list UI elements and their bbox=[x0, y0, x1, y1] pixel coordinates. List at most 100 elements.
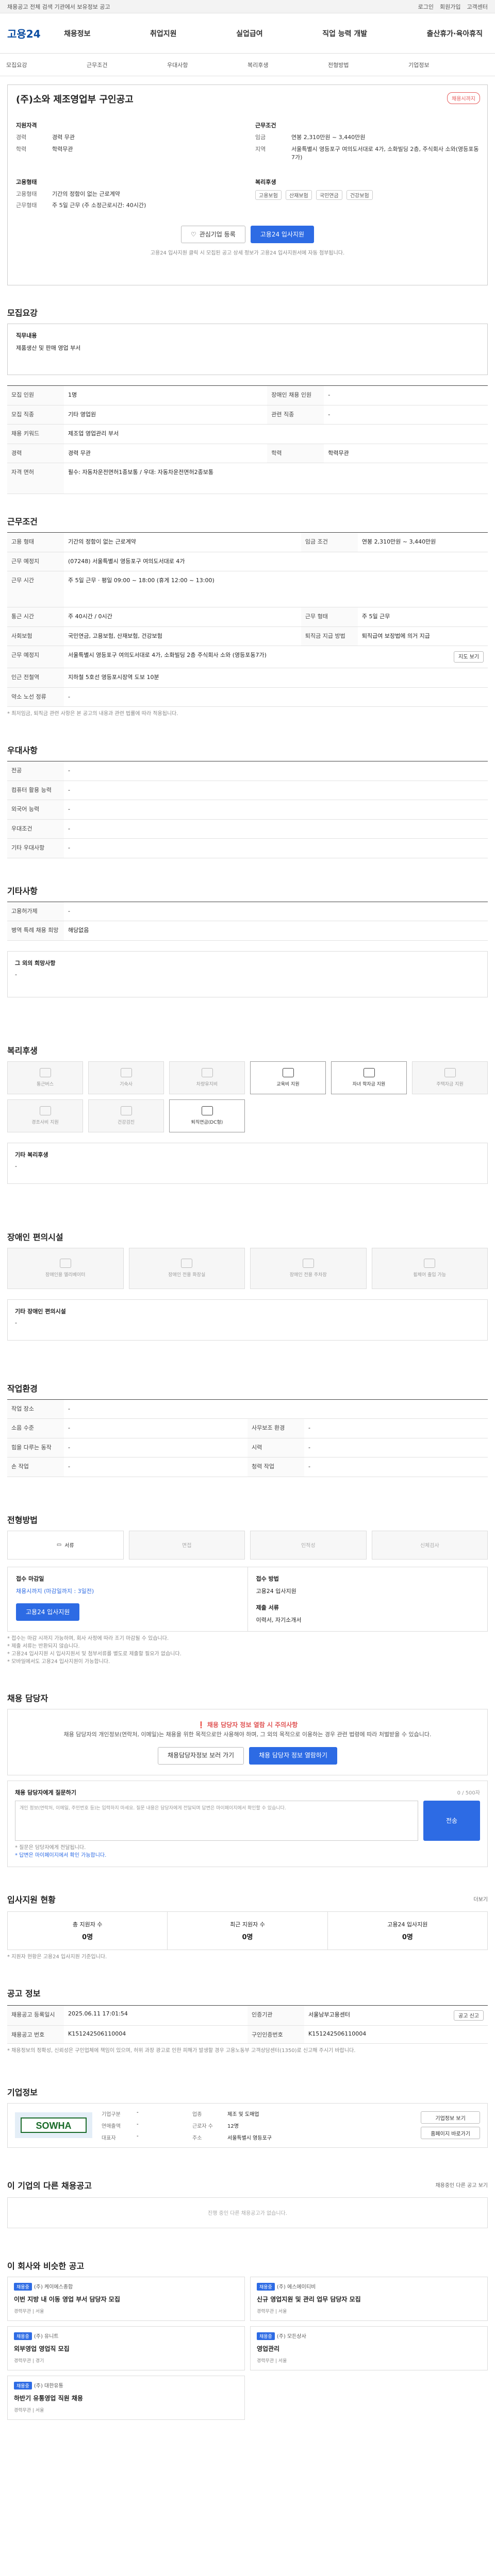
row-value: (07248) 서울특별시 영등포구 여의도서대로 4가 bbox=[64, 552, 488, 571]
card-tag: 채용중 bbox=[14, 2381, 32, 2389]
signup-link[interactable]: 회원가입 bbox=[440, 3, 460, 11]
disability-other-label: 기타 장애인 편의시설 bbox=[15, 1308, 66, 1315]
deadline-value: 채용시까지 (마감일까지 : 3일전) bbox=[16, 1587, 94, 1595]
work-title: 근무조건 bbox=[7, 517, 38, 527]
row-key: 소음 수준 bbox=[7, 1418, 64, 1438]
company-title: 기업정보 bbox=[7, 2087, 38, 2097]
job-card[interactable]: 채용중 (주) 케이에스종합 이번 지방 내 이동 영업 부서 담당자 모집 경력무관… bbox=[7, 2276, 245, 2321]
stat-item: 최근 지원자 수 0명 bbox=[167, 1911, 327, 1950]
kv-key: 학력 bbox=[16, 145, 27, 152]
row-value: 지하철 5호선 영등포시장역 도보 10분 bbox=[64, 668, 488, 688]
login-link[interactable]: 로그인 bbox=[418, 3, 434, 11]
gnb-item-leave[interactable]: 출산휴가·육아휴직 bbox=[427, 28, 483, 39]
card-meta: 경력무관 | 서울 bbox=[257, 2358, 287, 2364]
agree-contact-button[interactable]: 채용 담당자 정보 열람하기 bbox=[249, 1747, 337, 1765]
help-link[interactable]: 고객센터 bbox=[467, 3, 488, 11]
row-key: 임금 조건 bbox=[301, 532, 358, 552]
tab-pref[interactable]: 우대사항 bbox=[167, 61, 248, 69]
job-card[interactable]: 채용중 (주) 에스에이티비 신규 영업지원 및 관리 업무 담당자 모집 경력무관 … bbox=[250, 2276, 488, 2321]
company-homepage-button[interactable]: 홈페이지 바로가기 bbox=[421, 2127, 480, 2140]
row-value: 학력무관 bbox=[324, 444, 488, 463]
row-value: K151242506110004 bbox=[64, 2026, 248, 2044]
table-row: 통근 시간 주 40시간 / 0시간 근무 형태 주 5일 근무 bbox=[7, 607, 488, 627]
extra-note-label: 그 외의 희망사항 bbox=[15, 959, 56, 967]
kv-key: 근무형태 bbox=[16, 202, 37, 209]
process-steps: ▭ 서류 면접 인적성 신체검사 bbox=[7, 1530, 488, 1560]
question-textarea[interactable]: 개인 정보(연락처, 이메일, 주민번호 등)는 입력하지 마세요. 질문 내용… bbox=[15, 1800, 418, 1841]
stats-more-link[interactable]: 더보기 bbox=[473, 1895, 488, 1903]
save-company-label: 관심기업 등록 bbox=[199, 231, 236, 238]
card-company: (주) 대한유통 bbox=[34, 2383, 63, 2389]
report-button[interactable]: 공고 신고 bbox=[454, 2010, 484, 2021]
stat-value: 0명 bbox=[82, 1933, 93, 1941]
heart-icon: ♡ bbox=[190, 230, 196, 238]
top-notice-bar: 채용공고 전체 검색 기관에서 보유정보 공고 로그인 회원가입 고객센터 bbox=[0, 0, 495, 13]
apply-button[interactable]: 고용24 입사지원 bbox=[250, 225, 315, 243]
step-item: 신체검사 bbox=[371, 1530, 488, 1560]
company-info-button[interactable]: 기업정보 보기 bbox=[421, 2111, 480, 2124]
table-row: 약소 노선 정류 - bbox=[7, 687, 488, 707]
kv-value: 서울특별시 영등포구 여의도서대로 4가, 소화빌딩 2층, 주식회사 소와(영… bbox=[291, 145, 479, 161]
welfare-item: 주택자금 지원 bbox=[412, 1061, 488, 1094]
apply-button-2[interactable]: 고용24 입사지원 bbox=[16, 1603, 80, 1621]
row-value: - bbox=[304, 1438, 488, 1458]
disability-item: 장애인용 엘리베이터 bbox=[7, 1247, 124, 1289]
field-key: 주소 bbox=[192, 2135, 202, 2141]
row-value: 기간의 정함이 없는 근로계약 bbox=[64, 532, 301, 552]
extra-title: 기타사항 bbox=[7, 886, 38, 896]
warn-text: 채용 담당자의 개인정보(연락처, 이메일)는 채용을 위한 목적으로만 사용해… bbox=[63, 1731, 432, 1738]
parking-icon bbox=[302, 1259, 314, 1268]
site-logo[interactable]: 고용24 bbox=[7, 26, 64, 41]
job-card[interactable]: 채용중 (주) 대한유통 하반기 유통영업 직원 채용 경력무관 | 서울 bbox=[7, 2375, 245, 2420]
stats-title: 입사지원 현황 bbox=[7, 1894, 56, 1905]
tab-welfare[interactable]: 복리후생 bbox=[248, 61, 328, 69]
tab-process[interactable]: 전형방법 bbox=[328, 61, 408, 69]
tab-work[interactable]: 근무조건 bbox=[87, 61, 167, 69]
row-value: - bbox=[324, 405, 488, 425]
job-summary-card: (주)소와 제조영업부 구인공고 채용시까지 지원자격 경력 경력 무관 학력 학력… bbox=[7, 84, 488, 285]
deadline-label: 접수 마감일 bbox=[16, 1575, 44, 1582]
row-value: 기타 영업원 bbox=[64, 405, 268, 425]
table-row: 컴퓨터 활용 능력 - bbox=[7, 781, 488, 800]
kv-key: 임금 bbox=[255, 134, 266, 141]
section-tabs: 모집요강 근무조건 우대사항 복리후생 전형방법 기업정보 bbox=[0, 54, 495, 76]
process-note: * 고용24 입사지원 시 입사지원서 및 첨부서류를 별도로 제출할 필요가 … bbox=[7, 1651, 182, 1657]
table-row: 외국어 능력 - bbox=[7, 800, 488, 820]
row-value: 주 5일 근무 · 평일 09:00 ~ 18:00 (휴게 12:00 ~ 1… bbox=[64, 571, 488, 607]
row-value: 2025.06.11 17:01:54 bbox=[64, 2006, 248, 2026]
question-send-button[interactable]: 전송 bbox=[423, 1800, 480, 1841]
step-label: 인적성 bbox=[301, 1543, 316, 1549]
row-key: 통근 시간 bbox=[7, 607, 64, 627]
map-button[interactable]: 지도 보기 bbox=[454, 651, 484, 663]
method-label: 접수 방법 bbox=[256, 1575, 279, 1582]
card-title: 신규 영업지원 및 관리 업무 담당자 모집 bbox=[257, 2295, 361, 2303]
table-row: 모집 직종 기타 영업원 관련 직종 - bbox=[7, 405, 488, 425]
row-key: 전공 bbox=[7, 761, 64, 781]
gnb-item-benefit[interactable]: 실업급여 bbox=[236, 28, 263, 39]
save-company-button[interactable]: ♡ 관심기업 등록 bbox=[180, 225, 245, 243]
gnb-item-training[interactable]: 직업 능력 개발 bbox=[322, 28, 367, 39]
welfare-item: 기숙사 bbox=[88, 1061, 164, 1094]
row-key: 근무 시간 bbox=[7, 571, 64, 607]
view-contact-button[interactable]: 채용담당자정보 보러 가기 bbox=[158, 1747, 244, 1765]
welfare-item: 교육비 지원 bbox=[250, 1061, 326, 1094]
tab-recruit[interactable]: 모집요강 bbox=[6, 61, 87, 69]
job-card[interactable]: 채용중 (주) 유니트 외부영업 영업직 모집 경력무관 | 경기 bbox=[7, 2326, 245, 2370]
others-more-link[interactable]: 채용중인 다른 공고 보기 bbox=[435, 2181, 488, 2189]
tab-company[interactable]: 기업정보 bbox=[408, 61, 489, 69]
row-key: 근무 형태 bbox=[301, 607, 358, 627]
field-key: 연매출액 bbox=[102, 2123, 121, 2129]
card-title: 하반기 유통영업 직원 채용 bbox=[14, 2394, 83, 2402]
field-value: 제조 및 도매업 bbox=[227, 2111, 259, 2117]
benefit-icon bbox=[282, 1068, 294, 1077]
gnb-item-jobs[interactable]: 채용정보 bbox=[64, 28, 91, 39]
extra-note: - bbox=[15, 971, 17, 978]
job-card[interactable]: 채용중 (주) 모든상사 영업관리 경력무관 | 서울 bbox=[250, 2326, 488, 2370]
extra-table: 고용허가제 - 병역 특례 채용 희망 해당없음 bbox=[7, 901, 488, 941]
welfare-tag: 산재보험 bbox=[285, 190, 312, 200]
disability-label: 장애인용 엘리베이터 bbox=[45, 1273, 86, 1278]
method-value: 고용24 입사지원 bbox=[256, 1587, 296, 1595]
gnb-item-support[interactable]: 취업지원 bbox=[150, 28, 177, 39]
stats-note: * 지원자 현황은 고용24 입사지원 기준입니다. bbox=[7, 1954, 107, 1960]
table-row: 병역 특례 채용 희망 해당없음 bbox=[7, 921, 488, 941]
